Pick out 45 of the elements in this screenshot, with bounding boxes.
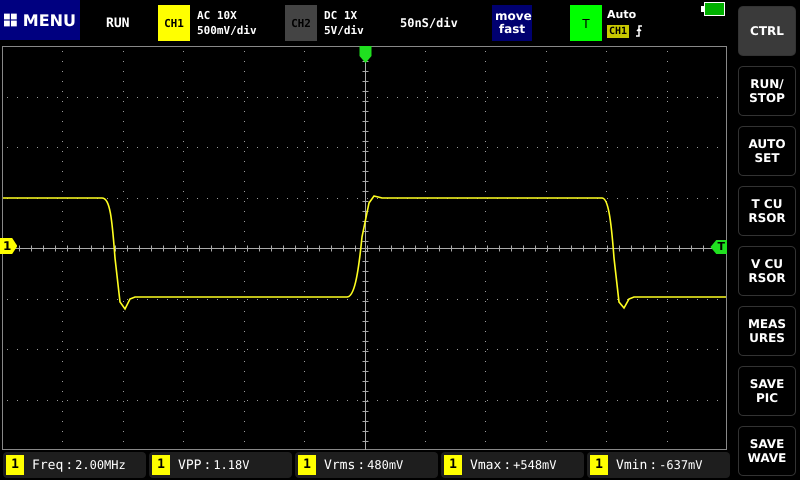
channel-coupling: DC 1X: [324, 9, 358, 22]
colon-separator: :: [203, 458, 212, 472]
colon-separator: :: [357, 458, 366, 472]
side-button[interactable]: SAVE PIC: [738, 366, 796, 416]
channel-coupling: AC 10X: [197, 9, 238, 22]
channel-marker[interactable]: 1: [0, 238, 18, 254]
colon-separator: :: [65, 458, 74, 472]
side-button[interactable]: CTRL: [738, 6, 796, 56]
channel-button[interactable]: CH1: [158, 5, 190, 41]
channel-badge: 1: [6, 455, 24, 475]
side-button[interactable]: MEAS URES: [738, 306, 796, 356]
measurement-name: Freq: [32, 458, 64, 472]
measurement-value: 2.00MHz: [75, 458, 126, 472]
timebase: 50nS/div: [400, 16, 459, 30]
trigger-level-marker[interactable]: T: [710, 240, 727, 254]
channel-scale: 5V/div: [324, 24, 365, 37]
measurement-value: +548mV: [513, 458, 556, 472]
measurement-name: VPP: [178, 458, 202, 472]
trigger-position-marker[interactable]: [360, 46, 372, 63]
measurement-value: 1.18V: [213, 458, 250, 472]
trigger-button[interactable]: T: [570, 5, 602, 41]
side-button[interactable]: SAVE WAVE: [738, 426, 796, 476]
trigger-mode: Auto: [607, 8, 638, 21]
channel-badge: 1: [590, 455, 608, 475]
rising-edge-icon: [634, 24, 644, 38]
measurement-value: 480mV: [367, 458, 404, 472]
trigger-source: CH1: [607, 24, 630, 38]
channel-badge: 1: [152, 455, 170, 475]
side-button[interactable]: AUTO SET: [738, 126, 796, 176]
measurement-name: Vmax: [470, 458, 502, 472]
channel-badge: 1: [444, 455, 462, 475]
move-mode-button[interactable]: move fast: [492, 5, 532, 41]
run-status: RUN: [106, 16, 130, 30]
channel-scale: 500mV/div: [197, 24, 258, 37]
colon-separator: :: [503, 458, 512, 472]
measurement-name: Vrms: [324, 458, 356, 472]
side-button[interactable]: T CU RSOR: [738, 186, 796, 236]
side-button[interactable]: V CU RSOR: [738, 246, 796, 296]
battery-icon: [701, 2, 725, 16]
channel-badge: 1: [298, 455, 316, 475]
menu-button[interactable]: MENU: [0, 0, 80, 40]
side-button[interactable]: RUN/ STOP: [738, 66, 796, 116]
measurement-name: Vmin: [616, 458, 648, 472]
colon-separator: :: [649, 458, 658, 472]
measurement-value: -637mV: [659, 458, 702, 472]
